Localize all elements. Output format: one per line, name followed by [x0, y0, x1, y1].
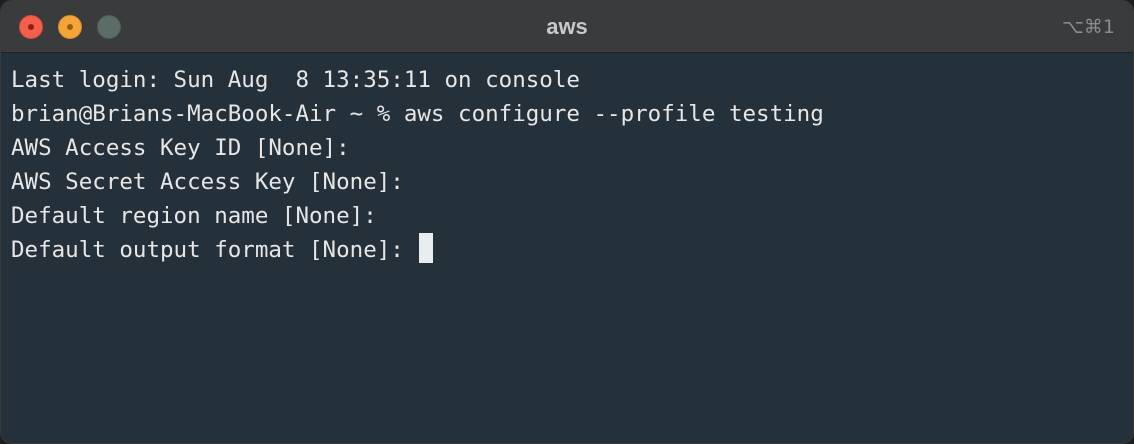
window-shortcut: ⌥⌘1: [1062, 16, 1115, 38]
terminal-line-command: brian@Brians-MacBook-Air ~ % aws configu…: [11, 101, 824, 127]
terminal-window: aws ⌥⌘1 Last login: Sun Aug 8 13:35:11 o…: [0, 0, 1134, 444]
terminal-line-access-key: AWS Access Key ID [None]:: [11, 135, 350, 161]
terminal-line-output-format-row: Default output format [None]:: [11, 233, 1123, 267]
terminal-line-last-login: Last login: Sun Aug 8 13:35:11 on consol…: [11, 67, 580, 93]
text-cursor[interactable]: [419, 233, 434, 263]
terminal-line-region: Default region name [None]:: [11, 203, 377, 229]
terminal-line-secret-key: AWS Secret Access Key [None]:: [11, 169, 404, 195]
window-title: aws: [546, 14, 588, 39]
title-bar[interactable]: aws ⌥⌘1: [1, 1, 1133, 53]
terminal-output[interactable]: Last login: Sun Aug 8 13:35:11 on consol…: [1, 53, 1133, 443]
terminal-line-output-format: Default output format [None]:: [11, 237, 418, 263]
